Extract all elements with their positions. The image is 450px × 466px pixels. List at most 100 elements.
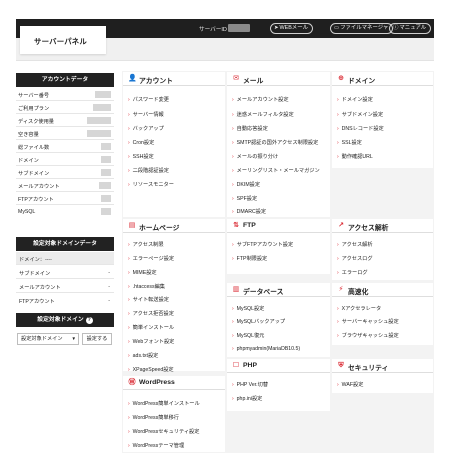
menu-link[interactable]: › WordPressテーマ管理 [128,442,184,449]
help-icon[interactable]: ? [85,317,93,324]
menu-link[interactable]: › php.ini設定 [232,395,262,402]
chevron-right-icon: › [232,396,234,402]
menu-link[interactable]: › アクセス拒否設定 [128,310,174,317]
menu-link[interactable]: › WordPress簡単インストール [128,400,200,407]
section-php: ☐ PHP › PHP Ver.切替 › php.ini設定 [227,359,330,411]
chevron-right-icon: › [232,112,234,118]
chevron-right-icon: › [337,112,339,118]
manual-button[interactable]: ⓘマニュアル [389,23,432,34]
account-row: ご利用プラン [16,101,114,114]
chevron-right-icon: › [128,97,130,103]
menu-link[interactable]: › 自動応答設定 [232,125,268,132]
chevron-down-icon: ▼ [71,336,76,341]
menu-link[interactable]: › ads.txt設定 [128,352,158,359]
menu-link[interactable]: › MIME設定 [128,269,157,276]
menu-link[interactable]: › FTP制限設定 [232,255,267,262]
menu-link[interactable]: › パスワード変更 [128,96,169,103]
menu-link[interactable]: › サイト転送設定 [128,296,169,303]
send-icon: ➤ [274,25,279,31]
menu-link[interactable]: › Webフォント設定 [128,338,174,345]
menu-link[interactable]: › MySQL設定 [232,305,264,312]
chevron-right-icon: › [128,325,130,331]
chevron-right-icon: › [128,270,130,276]
menu-link[interactable]: › WordPress簡単移行 [128,414,179,421]
menu-link[interactable]: › 簡単インストール [128,324,174,331]
menu-link[interactable]: › ブラウザキャッシュ設定 [337,332,399,339]
section-header: ⛨ セキュリティ [332,359,433,373]
chevron-right-icon: › [128,297,130,303]
info-icon: ⓘ [393,25,399,31]
section-speedup: ⚡ 高速化 › Xアクセラレータ › サーバーキャッシュ設定 › ブラウザキャッシュ設定 [332,283,433,345]
menu-link[interactable]: › WAF設定 [337,381,363,388]
menu-link[interactable]: › MySQLバックアップ [232,318,285,325]
chevron-right-icon: › [232,242,234,248]
chevron-right-icon: › [128,126,130,132]
chevron-right-icon: › [337,126,339,132]
chevron-right-icon: › [128,339,130,345]
menu-link[interactable]: › サブFTPアカウント設定 [232,241,293,248]
menu-link[interactable]: › .htaccess編集 [128,283,165,290]
menu-link[interactable]: › ドメイン設定 [337,96,373,103]
section-header: 👤 アカウント [123,72,225,86]
menu-link[interactable]: › WordPressセキュリティ設定 [128,428,199,435]
menu-link[interactable]: › XPageSpeed設定 [128,366,174,373]
menu-link[interactable]: › メールの振り分け [232,153,278,160]
target-domain-heading: 設定対象ドメイン? [16,313,114,327]
menu-link[interactable]: › バックアップ [128,125,164,132]
domain-data-heading: 設定対象ドメインデータ [16,237,114,251]
menu-link[interactable]: › Xアクセラレータ [337,305,381,312]
domain-row: ドメイン：---- [16,252,114,265]
menu-link[interactable]: › エラーページ設定 [128,255,174,262]
menu-link[interactable]: › Cron設定 [128,139,154,146]
server-id-label: サーバーID [199,27,227,33]
menu-link[interactable]: › リソースモニター [128,181,174,188]
analytics-icon: ↗ [338,222,344,229]
section-header: ⚡ 高速化 [332,283,433,297]
account-row: ドメイン [16,153,114,166]
menu-link[interactable]: › SPF設定 [232,195,257,202]
speed-icon: ⚡ [338,286,344,293]
menu-link[interactable]: › サーバーキャッシュ設定 [337,318,399,325]
set-domain-button[interactable]: 設定する [82,333,112,345]
menu-link[interactable]: › SMTP認証の国外アクセス制限設定 [232,139,318,146]
chevron-right-icon: › [337,306,339,312]
menu-link[interactable]: › DKIM設定 [232,181,260,188]
menu-link[interactable]: › 迷惑メールフィルタ設定 [232,111,294,118]
menu-link[interactable]: › SSL設定 [337,139,362,146]
menu-link[interactable]: › MySQL復元 [232,332,264,339]
section-ftp: ⇅ FTP › サブFTPアカウント設定 › FTP制限設定 [227,219,330,274]
menu-link[interactable]: › サブドメイン設定 [337,111,383,118]
section-header: ⊕ ドメイン [332,72,433,86]
chevron-right-icon: › [128,367,130,373]
menu-link[interactable]: › アクセス解析 [337,241,373,248]
webmail-button[interactable]: ➤WEBメール [270,23,313,34]
section-wordpress: Ⓦ WordPress › WordPress簡単インストール › WordPress… [123,376,225,452]
chevron-right-icon: › [128,168,130,174]
menu-link[interactable]: › メーリングリスト・メールマガジン [232,167,320,174]
menu-link[interactable]: › DMARC設定 [232,208,266,215]
section-header: ▥ データベース [227,283,330,297]
menu-link[interactable]: › PHP Ver.切替 [232,381,268,388]
menu-link[interactable]: › 動作確認URL [337,153,373,160]
menu-link[interactable]: › 二段階認証設定 [128,167,169,174]
menu-link[interactable]: › メールアカウント設定 [232,96,289,103]
menu-link[interactable]: › DNSレコード設定 [337,125,384,132]
logo[interactable]: サーバーパネル [20,26,106,54]
browser-icon: ▤ [128,222,136,229]
chevron-right-icon: › [337,270,339,276]
menu-link[interactable]: › アクセスログ [337,255,373,262]
wordpress-icon: Ⓦ [128,379,136,386]
chevron-right-icon: › [232,256,234,262]
chevron-right-icon: › [232,168,234,174]
menu-link[interactable]: › サーバー情報 [128,111,164,118]
chevron-right-icon: › [232,306,234,312]
target-domain-select[interactable]: 設定対象ドメイン ▼ [17,333,79,345]
menu-link[interactable]: › エラーログ [337,269,368,276]
file-manager-button[interactable]: ▭ファイルマネージャ [330,23,394,34]
chevron-right-icon: › [128,311,130,317]
shield-icon: ⛨ [338,362,344,369]
menu-link[interactable]: › phpmyadmin(MariaDB10.5) [232,346,300,352]
menu-link[interactable]: › SSH設定 [128,153,154,160]
menu-link[interactable]: › アクセス制限 [128,241,164,248]
chevron-right-icon: › [337,256,339,262]
